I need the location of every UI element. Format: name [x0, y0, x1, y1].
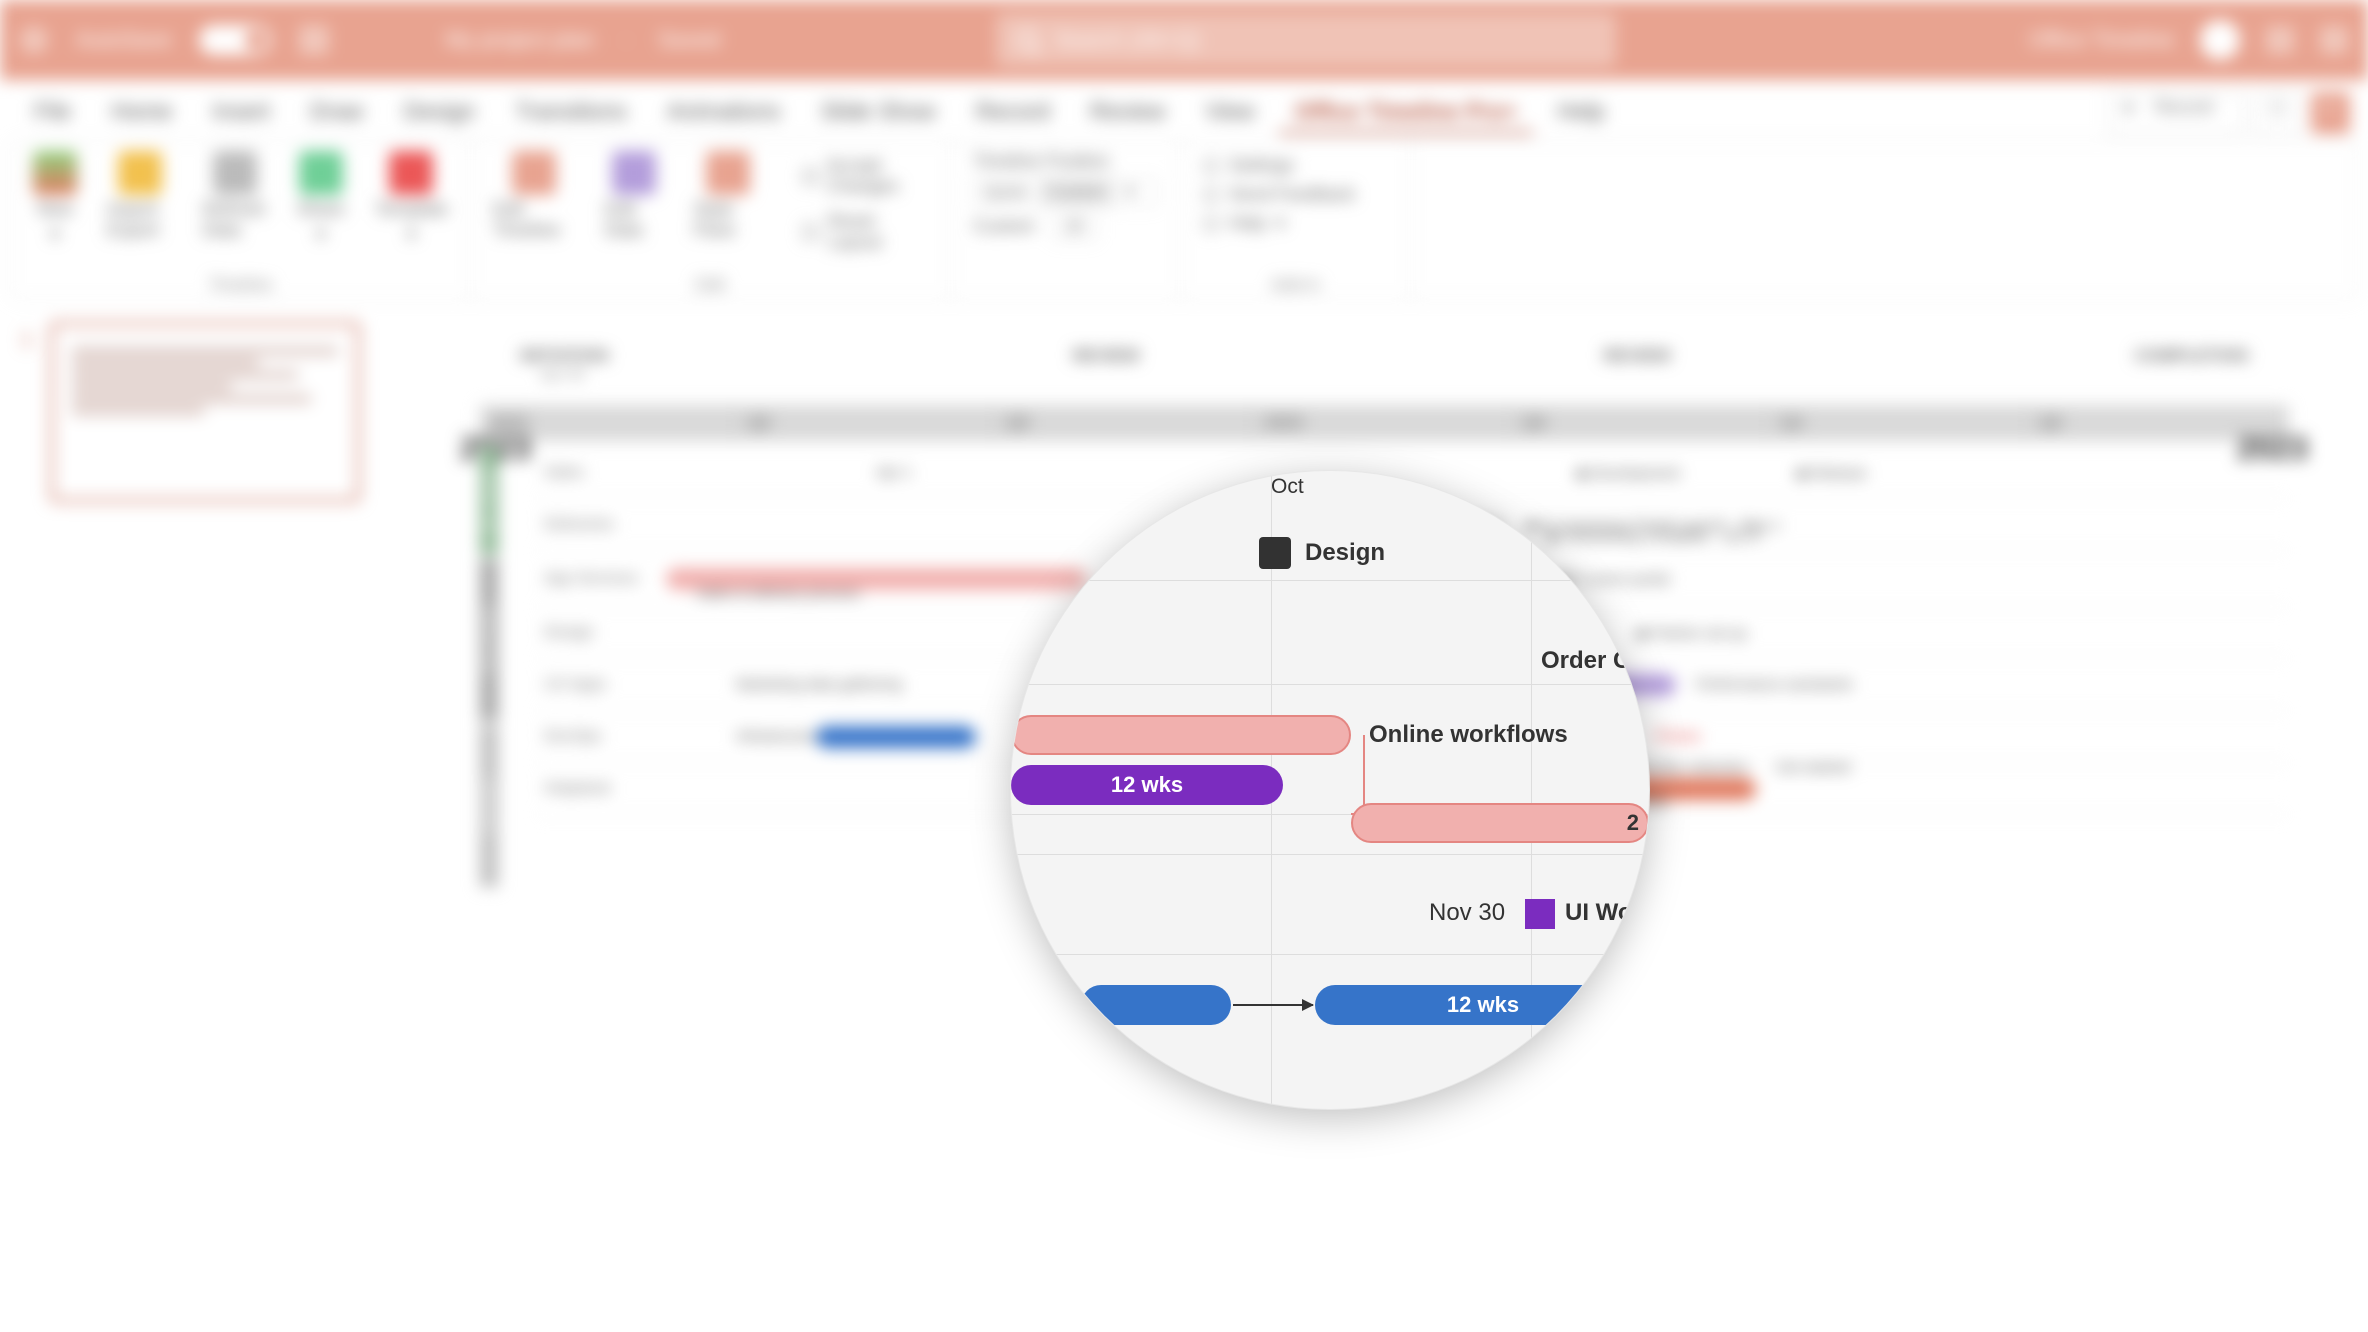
save-icon[interactable] — [299, 25, 329, 55]
tab-design[interactable]: Design — [388, 92, 492, 134]
row-design-row: Design — [536, 624, 646, 642]
tab-file[interactable]: File — [18, 92, 87, 134]
mag-ui-label: UI Worl — [1565, 899, 1649, 927]
mag-design-milestone[interactable]: Design — [1259, 537, 1385, 569]
mag-online-label: Online workflows — [1369, 721, 1568, 749]
refresh-data-button[interactable]: Refresh Data — [203, 151, 267, 245]
mag-bar-blue-1[interactable] — [1081, 985, 1231, 1025]
help-icon — [1203, 216, 1219, 232]
record-button[interactable]: ● Record — [2108, 92, 2244, 134]
swimlane-support: SUPPORT — [480, 725, 498, 887]
row-devops: DevOps — [536, 728, 646, 746]
notification-icon[interactable] — [2266, 26, 2294, 54]
import-export-button[interactable]: Import Export — [107, 151, 173, 245]
phase-date: Apr 30 — [540, 366, 2288, 383]
time-scale: 2023 Q2 Q3 2023 Q4 Q1 Q2 — [480, 405, 2288, 441]
slide-thumbnail-panel: 1 — [0, 306, 400, 1332]
style-pane-button[interactable]: Style Pane — [694, 151, 763, 257]
new-button[interactable]: New▾ — [33, 151, 77, 245]
phase-review-1: REVIEW — [1072, 346, 1139, 366]
help-button[interactable]: Help ▾ — [1203, 209, 1388, 238]
check-icon — [803, 168, 817, 184]
magnifier: Oct Design Order Ca Online workflows 12 … — [1010, 470, 1650, 1110]
slide-number: 1 — [21, 329, 32, 352]
position-mode-select[interactable]: Quick Custom ▾ — [973, 178, 1158, 206]
avatar[interactable] — [2200, 20, 2240, 60]
feedback-icon — [1203, 187, 1219, 203]
reset-layout-button[interactable]: Reset Layout — [803, 207, 928, 257]
timeline-position-heading: Timeline Position — [973, 151, 1158, 172]
document-name[interactable]: My project plan — [445, 27, 594, 53]
save-state: Saved — [658, 27, 720, 53]
search-icon — [1016, 29, 1038, 51]
row-uxapps: UX Apps — [536, 676, 646, 694]
dependency-arrow-icon — [1233, 1004, 1313, 1006]
starburst-milestone-icon[interactable] — [1525, 899, 1555, 929]
share-pill[interactable]: ▢ — [2254, 92, 2301, 134]
tab-review[interactable]: Review — [1074, 92, 1181, 134]
account-name[interactable]: Office Timeline — [2029, 27, 2174, 53]
square-milestone-icon — [1259, 537, 1291, 569]
row-appservices: App Services — [536, 570, 646, 588]
settings-button[interactable]: Settings — [1203, 151, 1388, 180]
mag-bar-pink-2[interactable]: 2 — [1351, 803, 1649, 843]
tab-home[interactable]: Home — [95, 92, 188, 134]
mag-bar-online-workflows[interactable] — [1011, 715, 1351, 755]
row-helpdesk: Helpdesk — [536, 780, 646, 798]
template-button[interactable]: Template▾ — [375, 151, 448, 245]
custom-value-input[interactable]: 25 — [1052, 214, 1097, 240]
search-placeholder: Search (Alt+Q) — [1054, 27, 1200, 53]
mag-bar-blue-2[interactable]: 12 wks — [1315, 985, 1650, 1025]
edit-data-button[interactable]: Edit Data — [605, 151, 664, 257]
tab-slideshow[interactable]: Slide Show — [805, 92, 952, 134]
tab-animations[interactable]: Animations — [651, 92, 797, 134]
group-edit-label: Edit — [493, 269, 928, 295]
feedback-button[interactable]: Send Feedback — [1203, 180, 1388, 209]
tab-help[interactable]: Help — [1541, 92, 1620, 134]
titlebar: AutoSave My project plan · Saved Search … — [0, 0, 2368, 80]
tab-view[interactable]: View — [1189, 92, 1270, 134]
row-sales: Sales — [536, 464, 646, 482]
gear-icon — [1203, 158, 1219, 174]
ribbon-tabs: File Home Insert Draw Design Transitions… — [0, 80, 2368, 134]
reset-icon — [803, 224, 818, 240]
row-deliveries: Deliveries — [536, 516, 646, 534]
slide-thumbnail-1[interactable]: 1 — [50, 322, 360, 502]
search-input[interactable]: Search (Alt+Q) — [996, 13, 1616, 67]
tab-transitions[interactable]: Transitions — [499, 92, 643, 134]
mag-order-label: Order Ca — [1541, 647, 1644, 675]
present-pill[interactable]: ▸ — [2311, 92, 2350, 134]
group-addin-label: Add-in — [1203, 269, 1388, 295]
custom-label: Custom — [973, 216, 1035, 236]
swimlane-keydates: KEY DATES — [480, 447, 498, 555]
mag-nov30: Nov 30 — [1429, 899, 1505, 927]
autosave-label: AutoSave — [76, 27, 171, 53]
group-timeline-label: Timeline — [33, 269, 448, 295]
edit-timeline-button[interactable]: Edit Timeline — [493, 151, 575, 257]
ribbon: New▾ Import Export Refresh Data Share▾ T… — [10, 140, 2358, 300]
accept-changes-button[interactable]: Accept Changes — [803, 151, 928, 201]
phase-review-2: REVIEW — [1604, 346, 1671, 366]
tab-draw[interactable]: Draw — [294, 92, 380, 134]
swimlane-programs: PROGRAMS — [480, 559, 498, 721]
window-controls-icon[interactable] — [2320, 26, 2348, 54]
tab-record[interactable]: Record — [960, 92, 1066, 134]
share-button[interactable]: Share▾ — [297, 151, 345, 245]
tab-insert[interactable]: Insert — [196, 92, 286, 134]
phase-initiation: INITIATION — [520, 346, 608, 366]
app-icon — [20, 26, 48, 54]
autosave-toggle[interactable] — [199, 25, 271, 55]
phase-completion: COMPLETION — [2135, 346, 2248, 366]
mag-month: Oct — [1271, 475, 1304, 499]
tab-office-timeline[interactable]: Office Timeline Pro+ — [1279, 92, 1534, 134]
